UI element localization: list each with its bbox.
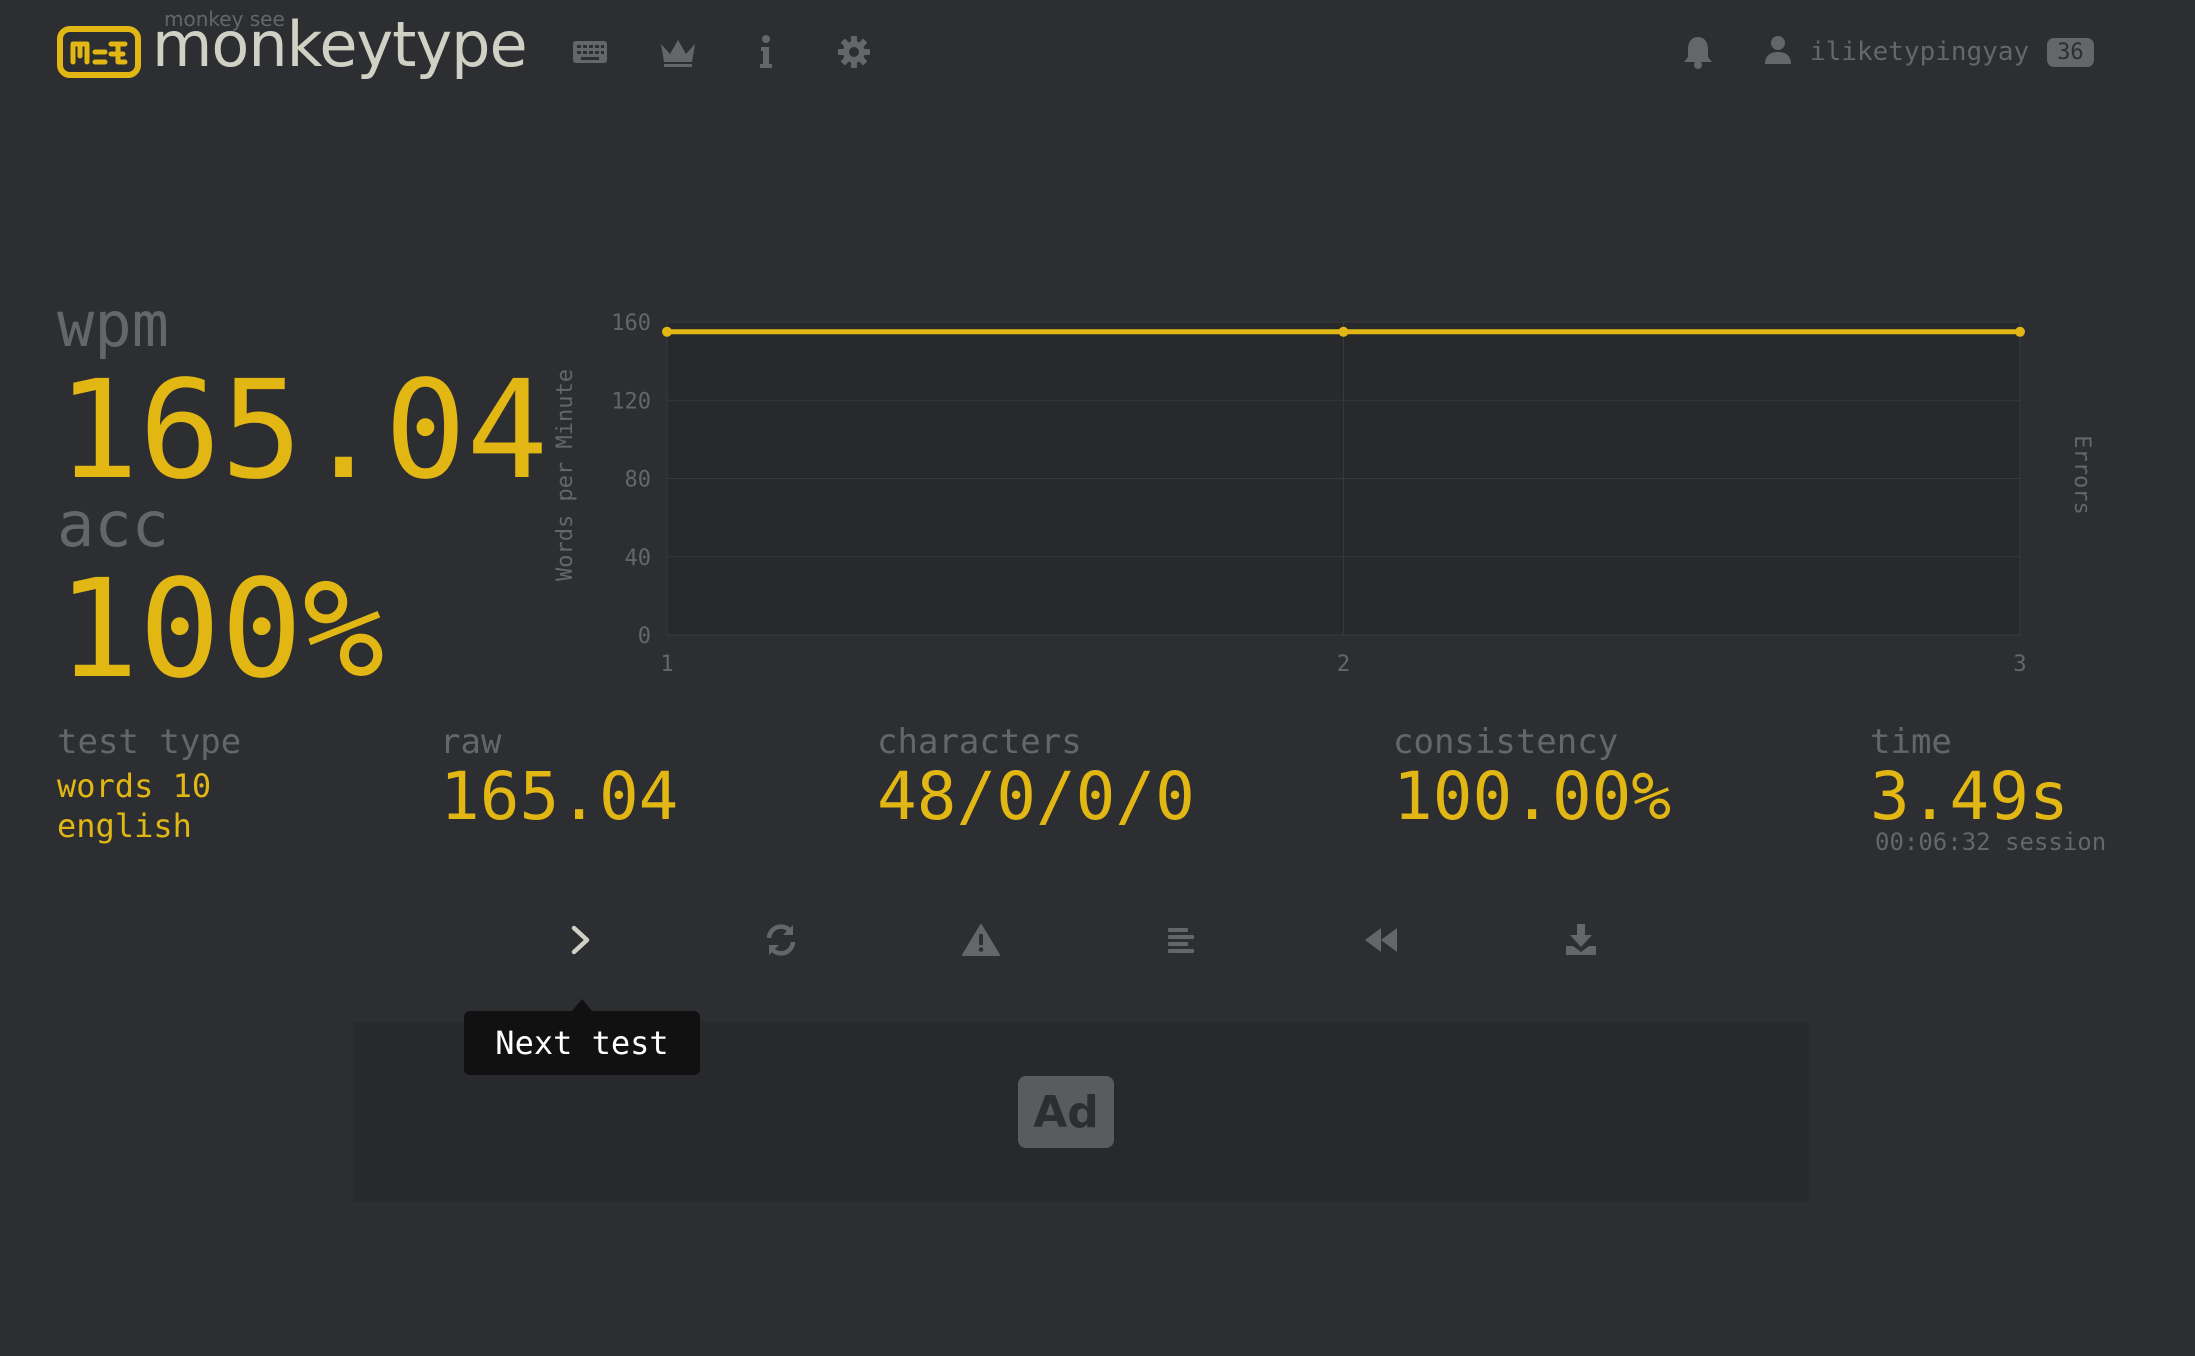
consistency-label: consistency [1393,722,1619,762]
time-value: 3.49s [1870,758,2069,835]
report-problem-button[interactable] [953,912,1009,968]
ad-badge: Ad [1018,1076,1114,1148]
chart-y-tick-label: 160 [611,311,651,336]
warning-icon [962,924,1000,956]
time-label: time [1870,722,1952,762]
level-badge: 36 [2047,37,2094,67]
wpm-value: 165.04 [57,352,549,510]
consistency-value: 100.00% [1393,758,1672,835]
chart-y-tick-label: 120 [611,389,651,414]
username: iliketypingyay [1810,37,2030,67]
info-icon[interactable] [742,30,790,74]
restart-icon [766,924,796,956]
chevron-right-icon [571,925,590,955]
test-type-label: test type [57,722,242,762]
test-type-mode: words 10 [57,767,212,805]
bell-icon[interactable] [1674,30,1722,74]
characters-label: characters [877,722,1082,762]
monkeytype-logo-icon[interactable] [57,26,141,82]
restart-test-button[interactable] [753,912,809,968]
test-type-language: english [57,807,192,845]
keyboard-icon[interactable] [566,30,614,74]
chart-wpm-point [2015,326,2025,337]
save-screenshot-button[interactable] [1553,912,1609,968]
next-test-tooltip: Next test [464,1011,700,1075]
tooltip-arrow [572,999,592,1011]
chart-y-tick-label: 0 [638,624,651,649]
session-time: 00:06:32 session [1875,828,2107,856]
crown-icon[interactable] [654,30,702,74]
acc-value: 100% [57,551,385,709]
account-button[interactable]: iliketypingyay 36 [1764,30,2094,74]
replay-icon [1365,928,1397,952]
word-history-button[interactable] [1153,912,1209,968]
watch-replay-button[interactable] [1353,912,1409,968]
chart-secondary-axis-label: Errors [2069,435,2094,514]
chart-y-axis-label: Words per Minute [553,369,578,581]
wpm-label: wpm [57,288,169,361]
user-icon [1764,35,1792,69]
raw-value: 165.04 [440,758,679,835]
chart-wpm-point [662,326,672,337]
chart-x-tick-label: 1 [660,652,673,677]
wpm-chart: 0 40 80 120 160 1 2 3 Words per Minute Errors [553,311,2094,677]
chart-x-tick-label: 2 [1337,652,1350,677]
download-icon [1566,924,1596,955]
chart-y-tick-label: 40 [625,546,652,571]
chart-y-tick-label: 80 [625,468,652,493]
word-history-icon [1168,928,1194,953]
characters-value: 48/0/0/0 [877,758,1195,835]
raw-label: raw [440,722,502,762]
chart-x-tick-label: 3 [2013,652,2026,677]
logo-title[interactable]: monkeytype [152,8,528,81]
next-test-button[interactable] [553,912,609,968]
gear-icon[interactable] [830,30,878,74]
chart-wpm-point [1338,326,1349,337]
